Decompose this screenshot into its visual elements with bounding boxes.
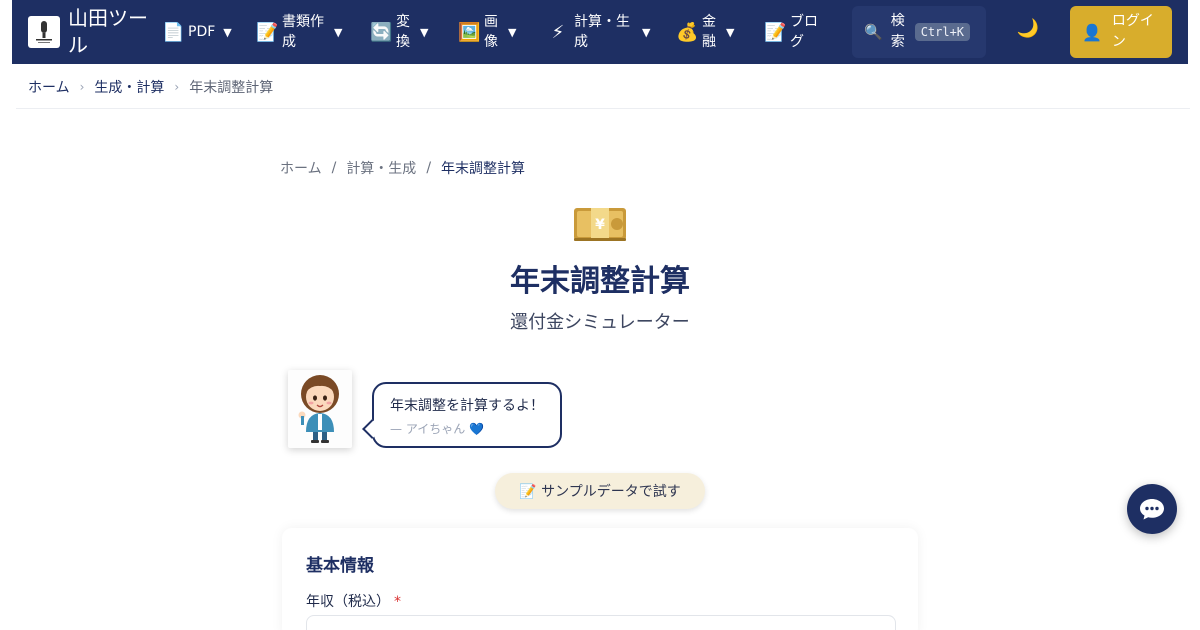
memo-icon: 📝 — [256, 21, 279, 43]
nav-blog[interactable]: 📝 ブログ — [764, 0, 834, 64]
breadcrumb-chevron-icon: › — [174, 80, 180, 94]
breadcrumb-current: 年末調整計算 — [189, 80, 274, 96]
mascot-girl-icon — [298, 375, 339, 443]
breadcrumb-chevron-icon: › — [79, 80, 85, 94]
yen-banknote-icon: ¥ — [574, 208, 626, 241]
chevron-down-icon: ▼ — [642, 25, 651, 39]
chat-button[interactable] — [1127, 484, 1177, 534]
nav-convert[interactable]: 🔄 変換 ▼ — [370, 0, 450, 64]
lightning-icon: ⚡ — [551, 21, 565, 43]
nav-convert-label: 変換 — [396, 14, 410, 50]
nav-calc-label: 計算・生成 — [574, 14, 630, 50]
nav-documents-label: 書類作成 — [282, 14, 324, 50]
nav-blog-label: ブログ — [790, 14, 818, 50]
search-label: 検索 — [890, 13, 905, 50]
nav-calc[interactable]: ⚡ 計算・生成 ▼ — [548, 0, 668, 64]
speech-text: 年末調整を計算するよ！ — [390, 398, 544, 414]
nav-finance[interactable]: 💰 金融 ▼ — [676, 0, 756, 64]
basic-info-card: 基本情報 年収（税込） * — [282, 528, 918, 630]
page-title: 年末調整計算 — [510, 264, 690, 299]
chevron-down-icon: ▼ — [508, 25, 517, 39]
section-title: 基本情報 — [306, 556, 374, 576]
brand-name: 山田ツール — [68, 6, 148, 57]
nav-documents[interactable]: 📝 書類作成 ▼ — [256, 0, 356, 64]
chevron-down-icon: ▼ — [420, 25, 429, 39]
content-breadcrumb-home-link[interactable]: ホーム — [280, 158, 322, 178]
search-icon: 🔍 — [864, 23, 883, 41]
nav-image[interactable]: 🖼️ 画像 ▼ — [458, 0, 538, 64]
speech-bubble: 年末調整を計算するよ！ — アイちゃん 💙 — [372, 382, 562, 448]
search-shortcut-badge: Ctrl+K — [914, 23, 971, 41]
content-breadcrumb: ホーム / 計算・生成 / 年末調整計算 — [280, 157, 525, 179]
breadcrumb: ホーム › 生成・計算 › 年末調整計算 — [28, 76, 273, 98]
page-subtitle: 還付金シミュレーター — [510, 312, 690, 333]
svg-text:¥: ¥ — [595, 217, 605, 233]
search-button[interactable]: 🔍 検索 Ctrl+K — [852, 6, 986, 58]
breadcrumb-category-link[interactable]: 生成・計算 — [94, 77, 164, 97]
document-icon: 📄 — [162, 21, 185, 43]
income-label-text: 年収（税込） — [306, 594, 390, 610]
breadcrumb-separator: / — [426, 160, 432, 176]
convert-icon: 🔄 — [370, 21, 393, 43]
divider — [16, 108, 1190, 109]
nav-finance-label: 金融 — [702, 14, 716, 50]
nav-pdf-label: PDF — [188, 24, 216, 40]
income-label: 年収（税込） * — [306, 591, 401, 611]
logo-icon — [36, 21, 52, 43]
mascot-avatar — [288, 370, 352, 448]
user-icon: 👤 — [1082, 22, 1102, 42]
nav-image-label: 画像 — [484, 14, 498, 50]
picture-icon: 🖼️ — [458, 21, 481, 43]
content-breadcrumb-current: 年末調整計算 — [441, 161, 526, 177]
money-bag-icon: 💰 — [676, 21, 699, 43]
login-label: ログイン — [1111, 13, 1154, 50]
chat-bubble-icon — [1140, 499, 1164, 520]
login-button[interactable]: 👤 ログイン — [1070, 6, 1172, 58]
sample-data-button[interactable]: 📝 サンプルデータで試す — [495, 473, 705, 509]
breadcrumb-home-link[interactable]: ホーム — [28, 77, 70, 97]
chevron-down-icon: ▼ — [726, 25, 735, 39]
required-mark: * — [394, 594, 401, 610]
nav-pdf[interactable]: 📄 PDF ▼ — [162, 0, 242, 64]
income-input[interactable] — [306, 615, 896, 630]
memo-icon: 📝 — [764, 21, 787, 43]
chevron-down-icon: ▼ — [223, 25, 232, 39]
breadcrumb-separator: / — [331, 160, 337, 176]
content-breadcrumb-category-link[interactable]: 計算・生成 — [346, 158, 416, 178]
chevron-down-icon: ▼ — [334, 25, 343, 39]
speech-author: — アイちゃん 💙 — [390, 422, 484, 436]
brand[interactable]: 山田ツール — [28, 5, 152, 59]
theme-toggle-moon-icon[interactable]: 🌙 — [1016, 18, 1040, 46]
top-navbar: 山田ツール 📄 PDF ▼ 📝 書類作成 ▼ 🔄 変換 ▼ 🖼️ 画像 ▼ ⚡ … — [12, 0, 1188, 64]
brand-logo — [28, 16, 60, 48]
